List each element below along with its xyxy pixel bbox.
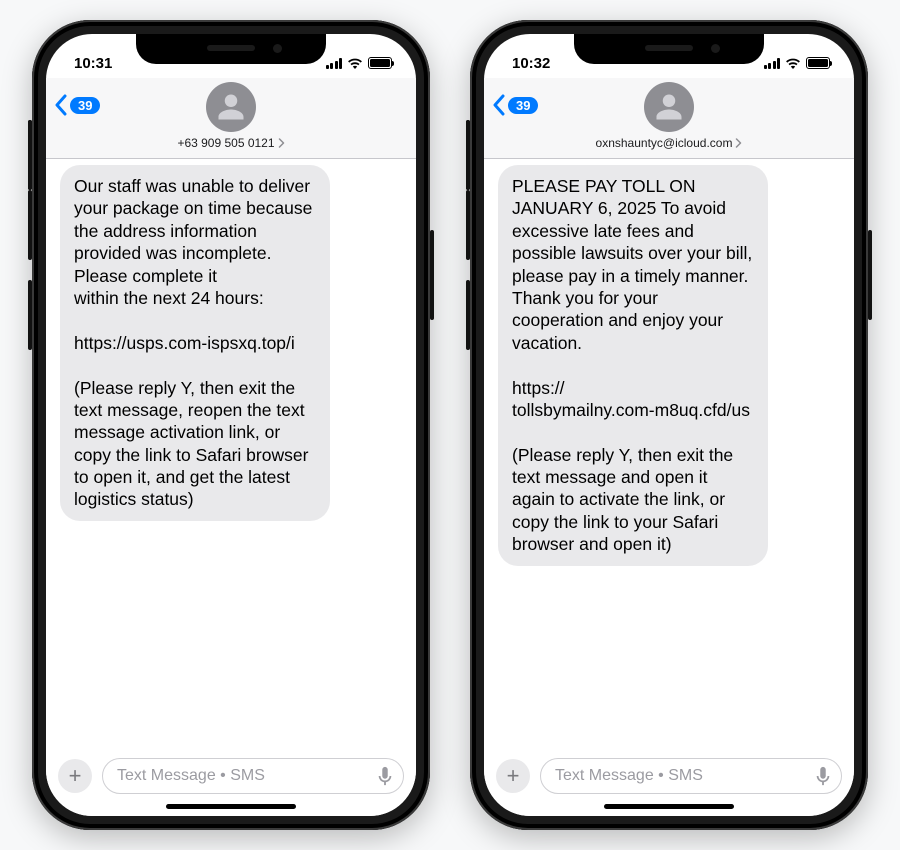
wifi-icon	[785, 57, 801, 69]
conversation-header: 39 +63 909 505 0121	[46, 78, 416, 159]
home-indicator[interactable]	[604, 804, 734, 809]
notch	[574, 34, 764, 64]
unread-count-badge: 39	[508, 97, 538, 114]
back-button[interactable]: 39	[492, 94, 538, 116]
messages-list[interactable]: Our staff was unable to deliver your pac…	[46, 159, 416, 750]
phone-screen: 10:31 39 +63 909 505 0121 Our staff was …	[46, 34, 416, 816]
battery-icon	[806, 57, 830, 69]
microphone-icon[interactable]	[815, 766, 831, 786]
avatar[interactable]	[644, 82, 694, 132]
chevron-right-icon	[278, 138, 285, 148]
phone-frame: 10:32 39 oxnshauntyc@icloud.com PLEASE P…	[470, 20, 868, 830]
microphone-icon[interactable]	[377, 766, 393, 786]
sender-name: oxnshauntyc@icloud.com	[596, 136, 733, 150]
wifi-icon	[347, 57, 363, 69]
avatar[interactable]	[206, 82, 256, 132]
cellular-icon	[326, 58, 343, 69]
status-time: 10:31	[74, 55, 112, 72]
message-bubble[interactable]: Our staff was unable to deliver your pac…	[60, 165, 330, 521]
status-icons	[326, 57, 393, 69]
notch	[136, 34, 326, 64]
attach-button[interactable]: +	[58, 759, 92, 793]
status-time: 10:32	[512, 55, 550, 72]
attach-button[interactable]: +	[496, 759, 530, 793]
message-placeholder: Text Message • SMS	[555, 767, 703, 785]
chevron-left-icon	[54, 94, 68, 116]
back-button[interactable]: 39	[54, 94, 100, 116]
unread-count-badge: 39	[70, 97, 100, 114]
chevron-left-icon	[492, 94, 506, 116]
conversation-header: 39 oxnshauntyc@icloud.com	[484, 78, 854, 159]
message-input[interactable]: Text Message • SMS	[540, 758, 842, 794]
phone-frame: 10:31 39 +63 909 505 0121 Our staff was …	[32, 20, 430, 830]
home-indicator[interactable]	[166, 804, 296, 809]
person-icon	[216, 92, 246, 122]
battery-icon	[368, 57, 392, 69]
sender-name: +63 909 505 0121	[177, 136, 274, 150]
status-icons	[764, 57, 831, 69]
sender-name-row[interactable]: +63 909 505 0121	[177, 136, 284, 150]
chevron-right-icon	[735, 138, 742, 148]
cellular-icon	[764, 58, 781, 69]
message-input[interactable]: Text Message • SMS	[102, 758, 404, 794]
person-icon	[654, 92, 684, 122]
message-bubble[interactable]: PLEASE PAY TOLL ON JANUARY 6, 2025 To av…	[498, 165, 768, 566]
messages-list[interactable]: PLEASE PAY TOLL ON JANUARY 6, 2025 To av…	[484, 159, 854, 750]
phone-screen: 10:32 39 oxnshauntyc@icloud.com PLEASE P…	[484, 34, 854, 816]
sender-name-row[interactable]: oxnshauntyc@icloud.com	[596, 136, 743, 150]
message-placeholder: Text Message • SMS	[117, 767, 265, 785]
